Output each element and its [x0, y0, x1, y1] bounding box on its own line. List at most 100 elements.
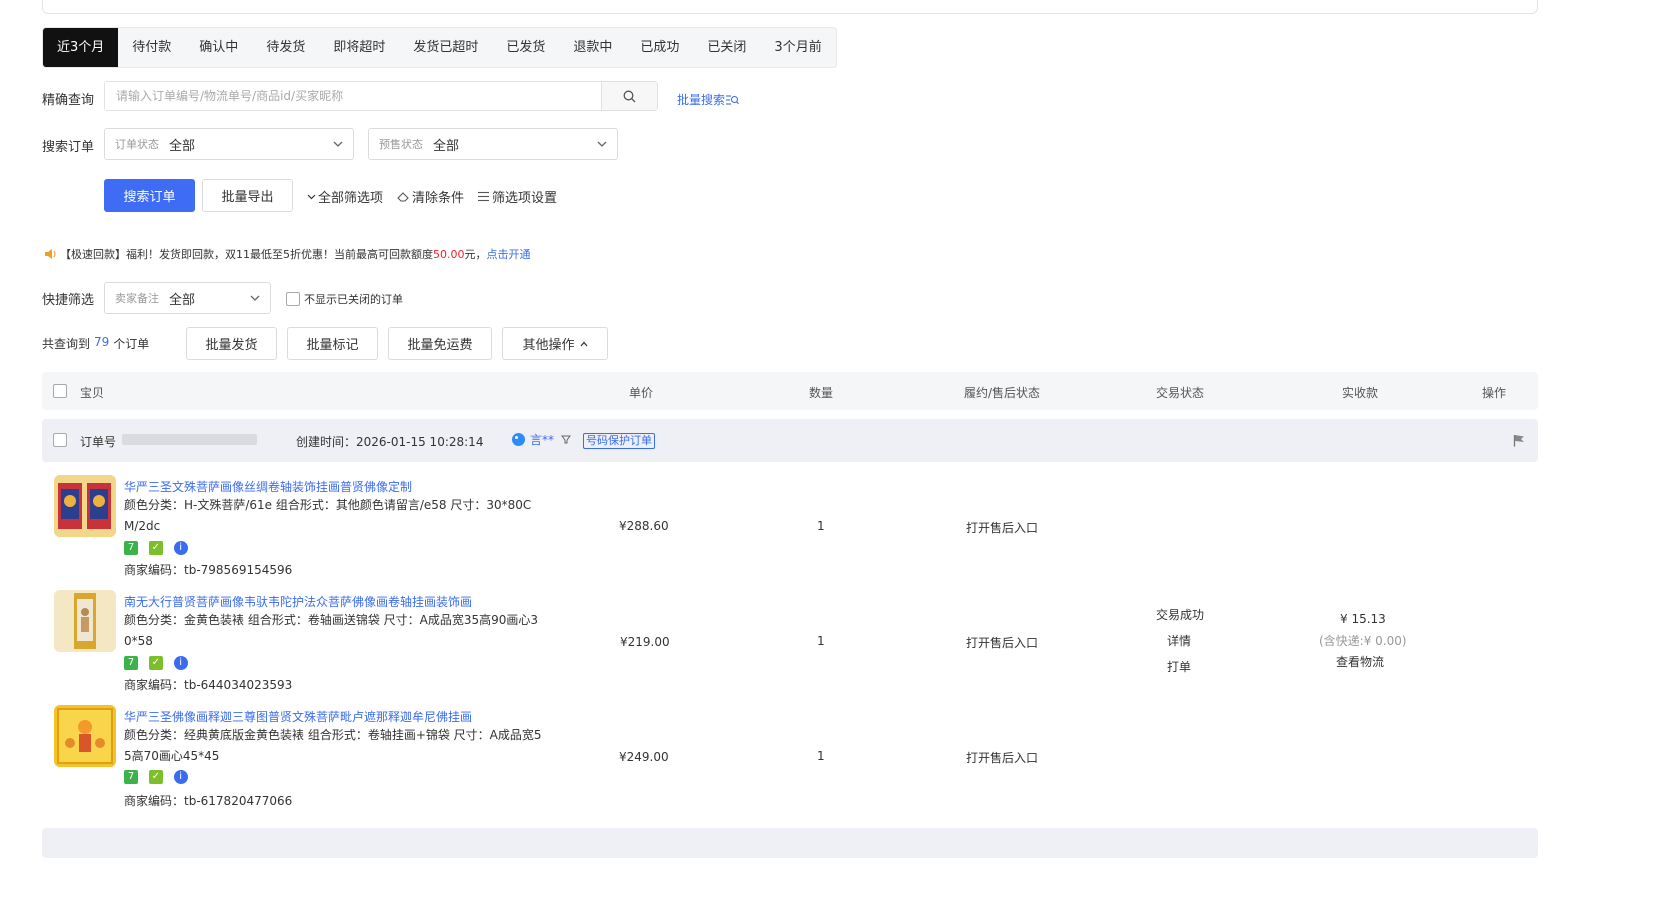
batch-ship-button[interactable]: 批量发货 [186, 327, 277, 360]
view-logistics-link[interactable]: 查看物流 [1336, 653, 1384, 670]
tab-pending-payment[interactable]: 待付款 [118, 28, 185, 67]
tab-ship-timeout[interactable]: 发货已超时 [399, 28, 492, 67]
tab-refunding[interactable]: 退款中 [559, 28, 626, 67]
info-icon[interactable]: i [173, 769, 188, 784]
guarantee-shield-icon: ✓ [148, 655, 163, 670]
select-all-checkbox[interactable] [53, 384, 67, 398]
quantity: 1 [817, 749, 825, 763]
tab-shipped[interactable]: 已发货 [492, 28, 559, 67]
filter-icon [561, 435, 572, 444]
guarantee-shield-icon: ✓ [148, 769, 163, 784]
col-price: 单价 [629, 386, 654, 400]
col-paid-amount: 实收款 [1342, 386, 1379, 400]
order-header: 订单号 创建时间：2026-01-15 10:28:14 言** 号码保护订单 [42, 419, 1538, 462]
exact-query-input[interactable] [105, 82, 601, 110]
filter-settings-button[interactable]: 筛选项设置 [478, 187, 557, 206]
product-attributes: 颜色分类：经典黄底版金黄色装裱 组合形式：卷轴挂画+锦袋 尺寸：A成品宽55高7… [124, 728, 542, 763]
chevron-up-icon [580, 341, 587, 346]
unit-price: ¥219.00 [620, 635, 670, 649]
info-icon[interactable]: i [173, 540, 188, 555]
product-attributes: 颜色分类：金黄色装裱 组合形式：卷轴画送锦袋 尺寸：A成品宽35高90画心30*… [124, 613, 539, 648]
service-badges: 7 ✓ i [124, 540, 195, 555]
order-detail-link[interactable]: 详情 [1167, 632, 1191, 649]
tab-recent-3-months[interactable]: 近3个月 [43, 28, 119, 67]
col-operations: 操作 [1482, 386, 1507, 400]
chevron-down-icon [597, 141, 607, 147]
seller-remark-select[interactable]: 卖家备注 全部 [104, 282, 271, 314]
batch-search-link[interactable]: 批量搜索 [677, 91, 739, 108]
batch-free-shipping-button[interactable]: 批量免运费 [388, 327, 492, 360]
batch-mark-button[interactable]: 批量标记 [287, 327, 378, 360]
info-icon[interactable]: i [173, 655, 188, 670]
clear-conditions-button[interactable]: 清除条件 [397, 187, 464, 206]
product-image [54, 475, 116, 537]
other-operations-button[interactable]: 其他操作 [502, 327, 608, 360]
result-summary: 共查询到 79 个订单 [42, 335, 149, 352]
hide-closed-checkbox[interactable] [286, 292, 300, 306]
product-thumbnail[interactable] [54, 705, 116, 767]
summary-prefix: 共查询到 [42, 337, 91, 351]
product-attributes: 颜色分类：H-文殊菩萨/61e 组合形式：其他颜色请留言/e58 尺寸：30*8… [124, 498, 532, 533]
order-status-select[interactable]: 订单状态 全部 [104, 128, 354, 160]
hide-closed-option[interactable]: 不显示已关闭的订单 [286, 291, 403, 307]
all-filters-label: 全部筛选项 [318, 191, 384, 206]
product-title-link[interactable]: 南无大行普贤菩萨画像韦驮韦陀护法众菩萨佛像画卷轴挂画装饰画 [124, 593, 472, 610]
quick-filter-label: 快捷筛选 [42, 293, 95, 308]
search-button[interactable] [601, 82, 657, 110]
product-title-link[interactable]: 华严三圣文殊菩萨画像丝绸卷轴装饰挂画普贤佛像定制 [124, 478, 412, 495]
paid-amount: ¥ 15.13 [1340, 612, 1386, 626]
order-checkbox[interactable] [53, 433, 67, 447]
batch-search-label: 批量搜索 [677, 93, 726, 107]
tab-pending-shipment[interactable]: 待发货 [252, 28, 319, 67]
merchant-code: 商家编码：tb-798569154596 [124, 563, 293, 577]
col-item: 宝贝 [80, 386, 105, 400]
col-fulfillment-status: 履约/售后状态 [964, 386, 1041, 400]
product-title-link[interactable]: 华严三圣佛像画释迦三尊图普贤文殊菩萨毗卢遮那释迦牟尼佛挂画 [124, 708, 472, 725]
col-trade-status: 交易状态 [1156, 386, 1205, 400]
exact-query-label: 精确查询 [42, 93, 95, 108]
next-order-header [42, 828, 1538, 858]
after-sale-entry-link[interactable]: 打开售后入口 [966, 634, 1038, 651]
summary-suffix: 个订单 [113, 337, 150, 351]
seven-day-return-icon: 7 [124, 655, 138, 670]
notice-text-suffix: 元， [464, 248, 487, 261]
enable-payback-link[interactable]: 点击开通 [487, 246, 531, 262]
tab-succeeded[interactable]: 已成功 [626, 28, 693, 67]
other-operations-label: 其他操作 [522, 338, 575, 353]
tab-about-to-timeout[interactable]: 即将超时 [319, 28, 399, 67]
fast-payback-notice: 【极速回款】福利！发货即回款，双11最低至5折优惠！当前最高可回款额度 50.0… [44, 246, 531, 262]
order-no-label: 订单号 [80, 435, 117, 449]
trade-status: 交易成功 [1156, 608, 1205, 622]
hide-closed-label: 不显示已关闭的订单 [304, 293, 403, 306]
tab-older-than-3-months[interactable]: 3个月前 [760, 28, 835, 67]
order-status-label: 订单状态 [115, 138, 159, 151]
all-filters-toggle[interactable]: 全部筛选项 [307, 187, 383, 206]
eraser-icon [397, 191, 409, 202]
notice-amount: 50.00 [433, 247, 465, 261]
tab-closed[interactable]: 已关闭 [693, 28, 760, 67]
service-badges: 7 ✓ i [124, 769, 195, 784]
tab-confirming[interactable]: 确认中 [185, 28, 252, 67]
order-status-value: 全部 [169, 138, 196, 154]
presale-status-select[interactable]: 预售状态 全部 [368, 128, 618, 160]
flag-icon[interactable] [1513, 434, 1525, 447]
after-sale-entry-link[interactable]: 打开售后入口 [966, 749, 1038, 766]
seller-remark-value: 全部 [169, 292, 196, 308]
number-protection-tag: 号码保护订单 [583, 433, 655, 449]
after-sale-entry-link[interactable]: 打开售后入口 [966, 519, 1038, 536]
quantity: 1 [817, 634, 825, 648]
presale-status-label: 预售状态 [379, 138, 423, 151]
order-created-time: 创建时间：2026-01-15 10:28:14 [296, 435, 484, 449]
order-number-redacted [122, 434, 257, 445]
buyer-info[interactable]: 言** [511, 431, 572, 448]
batch-export-button[interactable]: 批量导出 [202, 179, 293, 212]
chevron-down-icon [333, 141, 343, 147]
product-thumbnail[interactable] [54, 590, 116, 652]
clear-conditions-label: 清除条件 [412, 191, 465, 206]
merchant-code: 商家编码：tb-617820477066 [124, 794, 293, 808]
menu-lines-icon [478, 191, 489, 202]
chevron-down-icon [250, 295, 260, 301]
product-thumbnail[interactable] [54, 475, 116, 537]
search-orders-button[interactable]: 搜索订单 [104, 179, 195, 212]
print-order-link[interactable]: 打单 [1167, 658, 1191, 675]
